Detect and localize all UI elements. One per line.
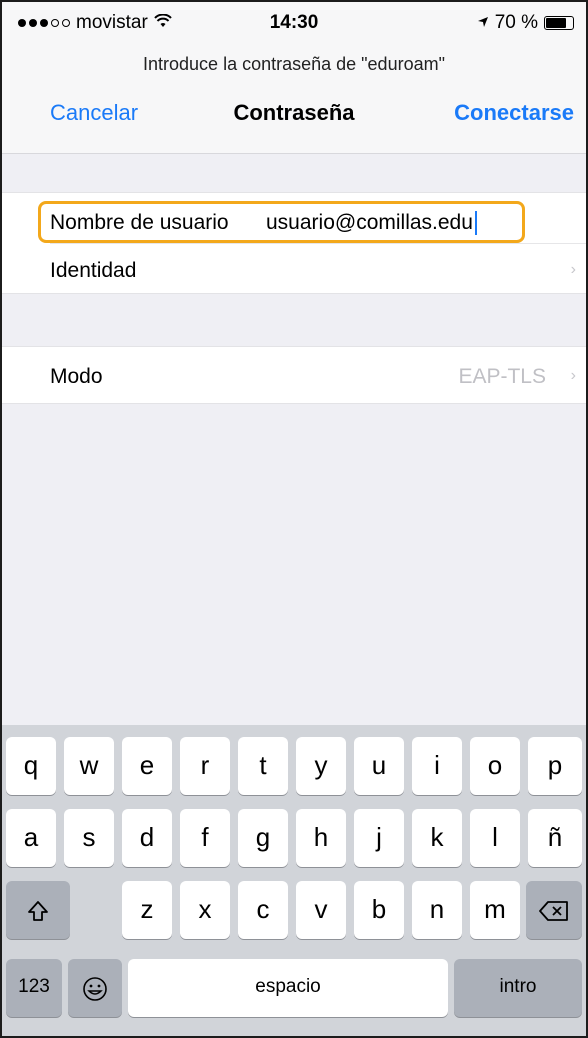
key-d[interactable]: d <box>122 809 172 867</box>
username-field[interactable]: usuario@comillas.edu <box>266 211 477 236</box>
username-row[interactable]: Nombre de usuario usuario@comillas.edu <box>2 197 586 247</box>
key-q[interactable]: q <box>6 737 56 795</box>
key-i[interactable]: i <box>412 737 462 795</box>
emoji-icon <box>82 972 108 1002</box>
key-x[interactable]: x <box>180 881 230 939</box>
key-c[interactable]: c <box>238 881 288 939</box>
key-p[interactable]: p <box>528 737 582 795</box>
identity-label: Identidad <box>50 259 137 282</box>
emoji-key[interactable] <box>68 959 122 1017</box>
key-enye[interactable]: ñ <box>528 809 582 867</box>
identity-row[interactable]: Identidad › <box>2 243 586 295</box>
chevron-right-icon: › <box>570 261 576 278</box>
key-h[interactable]: h <box>296 809 346 867</box>
mode-row[interactable]: Modo EAP-TLS › <box>2 351 586 401</box>
phone-screen: movistar 14:30 70 % Introduce la contras… <box>0 0 588 1038</box>
key-m[interactable]: m <box>470 881 520 939</box>
shift-key[interactable] <box>6 881 70 939</box>
key-t[interactable]: t <box>238 737 288 795</box>
key-s[interactable]: s <box>64 809 114 867</box>
key-z[interactable]: z <box>122 881 172 939</box>
numbers-key[interactable]: 123 <box>6 959 62 1017</box>
credentials-group: Nombre de usuario usuario@comillas.edu I… <box>2 192 586 294</box>
key-w[interactable]: w <box>64 737 114 795</box>
shift-icon <box>26 894 50 924</box>
backspace-icon <box>539 894 569 924</box>
key-o[interactable]: o <box>470 737 520 795</box>
mode-label: Modo <box>50 365 103 388</box>
key-u[interactable]: u <box>354 737 404 795</box>
space-key[interactable]: espacio <box>128 959 448 1017</box>
location-icon <box>477 12 489 34</box>
mode-value: EAP-TLS <box>458 365 546 388</box>
keyboard: q w e r t y u i o p a s d f g h j k l ñ … <box>2 725 586 1036</box>
key-k[interactable]: k <box>412 809 462 867</box>
password-prompt: Introduce la contraseña de "eduroam" <box>143 54 445 74</box>
mode-group: Modo EAP-TLS › <box>2 346 586 404</box>
username-label: Nombre de usuario <box>50 211 229 234</box>
key-e[interactable]: e <box>122 737 172 795</box>
status-bar: movistar 14:30 70 % <box>2 2 586 42</box>
text-cursor <box>474 211 477 236</box>
key-b[interactable]: b <box>354 881 404 939</box>
battery-icon <box>544 16 574 30</box>
key-n[interactable]: n <box>412 881 462 939</box>
connect-button[interactable]: Conectarse <box>454 100 574 126</box>
chevron-right-icon: › <box>570 367 576 384</box>
dialog-header: Introduce la contraseña de "eduroam" Can… <box>2 42 586 154</box>
key-f[interactable]: f <box>180 809 230 867</box>
return-key[interactable]: intro <box>454 959 582 1017</box>
key-l[interactable]: l <box>470 809 520 867</box>
key-y[interactable]: y <box>296 737 346 795</box>
key-r[interactable]: r <box>180 737 230 795</box>
battery-info: 70 % <box>477 12 574 34</box>
battery-percent: 70 % <box>494 12 538 33</box>
key-g[interactable]: g <box>238 809 288 867</box>
key-a[interactable]: a <box>6 809 56 867</box>
username-value: usuario@comillas.edu <box>266 211 473 234</box>
key-j[interactable]: j <box>354 809 404 867</box>
key-v[interactable]: v <box>296 881 346 939</box>
delete-key[interactable] <box>526 881 582 939</box>
row-separator <box>50 243 586 244</box>
